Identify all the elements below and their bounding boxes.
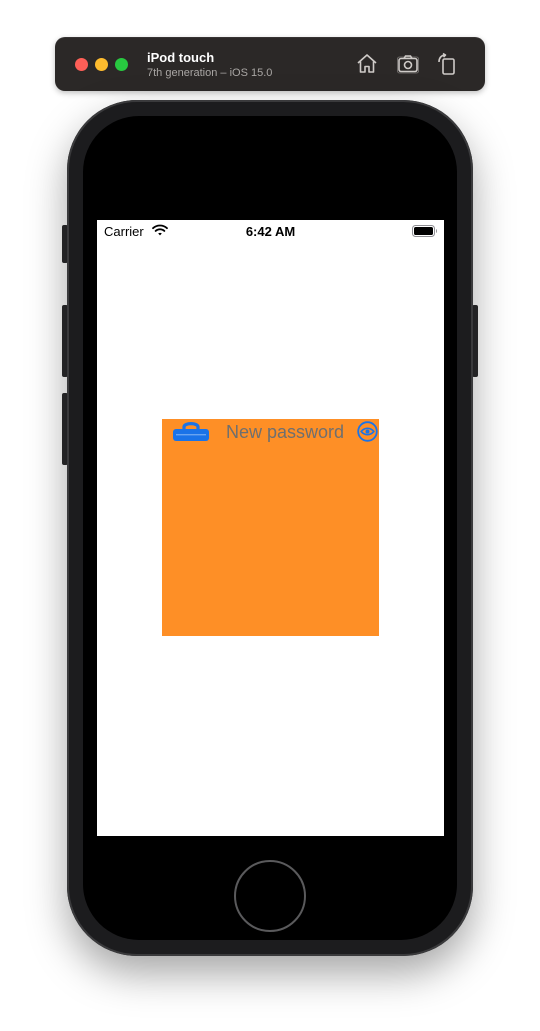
device-screen: Carrier 6:42 AM New password (97, 220, 444, 836)
password-placeholder: New password (226, 422, 345, 442)
window-minimize-button[interactable] (95, 58, 108, 71)
status-bar: Carrier 6:42 AM (97, 220, 444, 242)
rotate-icon (438, 52, 455, 75)
screenshot-button[interactable] (396, 52, 420, 76)
window-close-button[interactable] (75, 58, 88, 71)
device-subtitle: 7th generation – iOS 15.0 (147, 67, 273, 79)
status-time: 6:42 AM (245, 224, 296, 239)
eye-icon[interactable] (357, 421, 378, 442)
window-zoom-button[interactable] (115, 58, 128, 71)
device-home-button[interactable] (234, 860, 306, 932)
new-password-input[interactable]: New password (226, 421, 348, 443)
rotate-button[interactable] (435, 52, 459, 76)
lock-icon (173, 422, 209, 441)
simulator-title-bar: iPod touch 7th generation – iOS 15.0 (55, 37, 485, 91)
home-icon (357, 54, 377, 73)
device-name: iPod touch (147, 50, 215, 65)
home-button-toolbar[interactable] (355, 52, 379, 76)
battery-icon (412, 225, 437, 237)
password-container: New password (162, 419, 379, 636)
screenshot-icon (397, 55, 419, 74)
